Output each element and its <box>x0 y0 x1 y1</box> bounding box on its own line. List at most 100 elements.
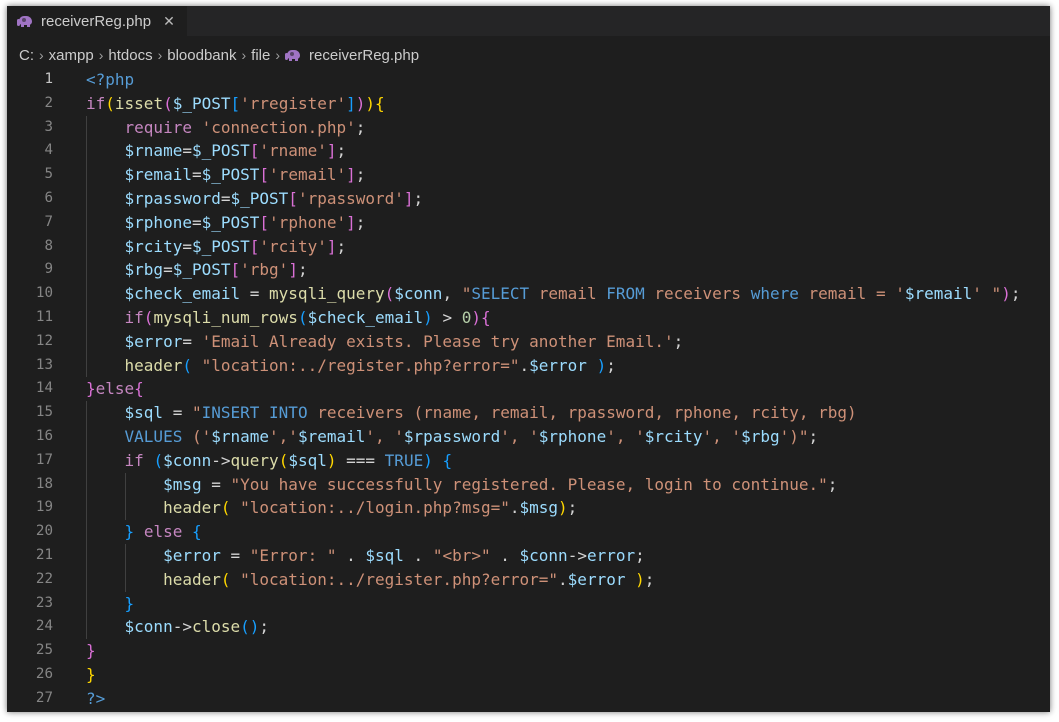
line-number: 15 <box>35 404 53 421</box>
code-token: ( <box>182 355 192 375</box>
code-line[interactable]: 4 $rname=$_POST['rname']; <box>7 139 1050 164</box>
code-token: ( <box>163 93 173 113</box>
chevron-right-icon: › <box>241 47 247 63</box>
code-token: 'rbg' <box>240 260 289 280</box>
line-number: 9 <box>44 261 53 278</box>
close-icon[interactable]: ✕ <box>163 13 175 30</box>
code-token: } <box>86 379 96 399</box>
code-token: 'rphone' <box>269 212 347 232</box>
tab-bar: receiverReg.php ✕ <box>7 6 1050 36</box>
code-token: . <box>558 569 568 589</box>
code-token: <?php <box>86 70 135 89</box>
code-text: $rcity=$_POST['rcity']; <box>86 235 347 259</box>
code-token: = <box>182 331 202 351</box>
code-token: ; <box>635 545 645 565</box>
code-line[interactable]: 6 $rpassword=$_POST['rpassword']; <box>7 186 1050 211</box>
code-line[interactable]: 2 if(isset($_POST['rregister'])){ <box>7 92 1050 116</box>
code-token: ) <box>355 93 366 113</box>
code-line[interactable]: 16 VALUES ('$rname','$remail', '$rpasswo… <box>7 424 1050 449</box>
code-token: $rphone <box>538 426 607 446</box>
code-line[interactable]: 20 } else { <box>7 520 1050 544</box>
code-text: $error = "Error: " . $sql . "<br>" . $co… <box>86 544 645 568</box>
code-token: $rname <box>124 141 183 161</box>
code-line[interactable]: 7 $rphone=$_POST['rphone']; <box>7 210 1050 235</box>
code-line[interactable]: 3 require 'connection.php'; <box>7 115 1050 140</box>
line-number: 17 <box>35 451 53 468</box>
code-line[interactable]: 27 ?> <box>7 687 1050 711</box>
code-token: ',' <box>269 426 298 446</box>
code-token: SELECT <box>471 284 530 304</box>
code-text: } <box>86 663 96 687</box>
code-text: $rname=$_POST['rname']; <box>86 139 347 163</box>
code-line[interactable]: 18 $msg = "You have successfully registe… <box>7 472 1050 497</box>
code-text: $conn->close(); <box>86 615 270 639</box>
code-line[interactable]: 21 $error = "Error: " . $sql . "<br>" . … <box>7 543 1050 568</box>
line-number: 12 <box>35 332 53 349</box>
code-line[interactable]: 23 } <box>7 591 1050 616</box>
code-token: (' <box>182 426 212 446</box>
code-token: "Error: " <box>249 545 337 565</box>
code-token: "location:../login.php?msg=" <box>240 498 510 518</box>
code-line[interactable]: 9 $rbg=$_POST['rbg']; <box>7 258 1050 283</box>
code-editor[interactable]: 1 <?php 2 if(isset($_POST['rregister'])){3 … <box>7 68 1050 711</box>
code-line[interactable]: 24 $conn->close(); <box>7 615 1050 640</box>
code-token: -> <box>567 545 587 565</box>
breadcrumb-xampp[interactable]: xampp <box>49 47 94 64</box>
code-token: [ <box>230 93 241 113</box>
breadcrumb-htdocs[interactable]: htdocs <box>108 47 152 64</box>
breadcrumb-file[interactable]: file <box>251 47 270 64</box>
code-line[interactable]: 13 header( "location:../register.php?err… <box>7 353 1050 378</box>
line-number: 7 <box>44 213 53 230</box>
code-line[interactable]: 10 $check_email = mysqli_query($conn, "S… <box>7 282 1050 306</box>
code-token: ( <box>143 307 154 327</box>
code-token: $remail <box>124 165 192 185</box>
line-number: 24 <box>35 618 53 635</box>
code-line[interactable]: 26} <box>7 663 1050 687</box>
code-token: $msg <box>163 474 202 494</box>
code-line[interactable]: 25} <box>7 639 1050 663</box>
code-token: TRUE <box>384 450 424 470</box>
code-token: $error <box>163 545 221 565</box>
code-token: 'connection.php' <box>201 117 356 137</box>
code-token: $_POST <box>191 236 250 256</box>
code-line[interactable]: 15 $sql = "INSERT INTO receivers (rname,… <box>7 401 1050 425</box>
code-token: ] <box>288 260 298 280</box>
code-token: = <box>240 284 270 304</box>
code-token: ; <box>827 474 838 494</box>
code-line[interactable]: 5 $remail=$_POST['remail']; <box>7 163 1050 187</box>
code-line[interactable]: 19 header( "location:../login.php?msg=".… <box>7 496 1050 521</box>
code-token: $sql <box>365 545 404 565</box>
code-token: $rname <box>211 426 270 446</box>
code-line[interactable]: 11 if(mysqli_num_rows($check_email) > 0)… <box>7 305 1050 330</box>
breadcrumb-bloodbank[interactable]: bloodbank <box>167 47 236 64</box>
code-line[interactable]: 17 if ($conn->query($sql) === TRUE) { <box>7 448 1050 473</box>
chevron-right-icon: › <box>275 47 281 63</box>
code-token: ( <box>384 284 395 304</box>
code-token: $check_email <box>307 307 424 327</box>
code-text: $rbg=$_POST['rbg']; <box>86 258 308 282</box>
chevron-right-icon: › <box>98 47 104 63</box>
code-text: $remail=$_POST['remail']; <box>86 163 366 187</box>
code-text: require 'connection.php'; <box>86 116 366 140</box>
code-line[interactable]: 14}else{ <box>7 377 1050 401</box>
code-line[interactable]: 22 header( "location:../register.php?err… <box>7 567 1050 592</box>
code-text: $error= 'Email Already exists. Please tr… <box>86 330 684 354</box>
code-token: $conn <box>519 545 568 565</box>
code-line[interactable]: 1 <?php <box>7 68 1050 92</box>
code-token: remail = ' <box>798 284 905 304</box>
code-line[interactable]: 8 $rcity=$_POST['rcity']; <box>7 234 1050 259</box>
code-line[interactable]: 12 $error= 'Email Already exists. Please… <box>7 329 1050 354</box>
line-number: 22 <box>35 570 53 587</box>
line-number: 10 <box>35 285 53 302</box>
breadcrumb-filename[interactable]: receiverReg.php <box>309 47 419 64</box>
code-text: $msg = "You have successfully registered… <box>86 473 837 497</box>
tab-receiverreg[interactable]: receiverReg.php ✕ <box>7 6 187 36</box>
breadcrumb-drive[interactable]: C: <box>19 47 34 64</box>
php-elephant-icon <box>17 15 33 27</box>
code-token: } <box>124 593 135 613</box>
code-token: -> <box>211 450 231 470</box>
code-token: > <box>432 307 462 327</box>
